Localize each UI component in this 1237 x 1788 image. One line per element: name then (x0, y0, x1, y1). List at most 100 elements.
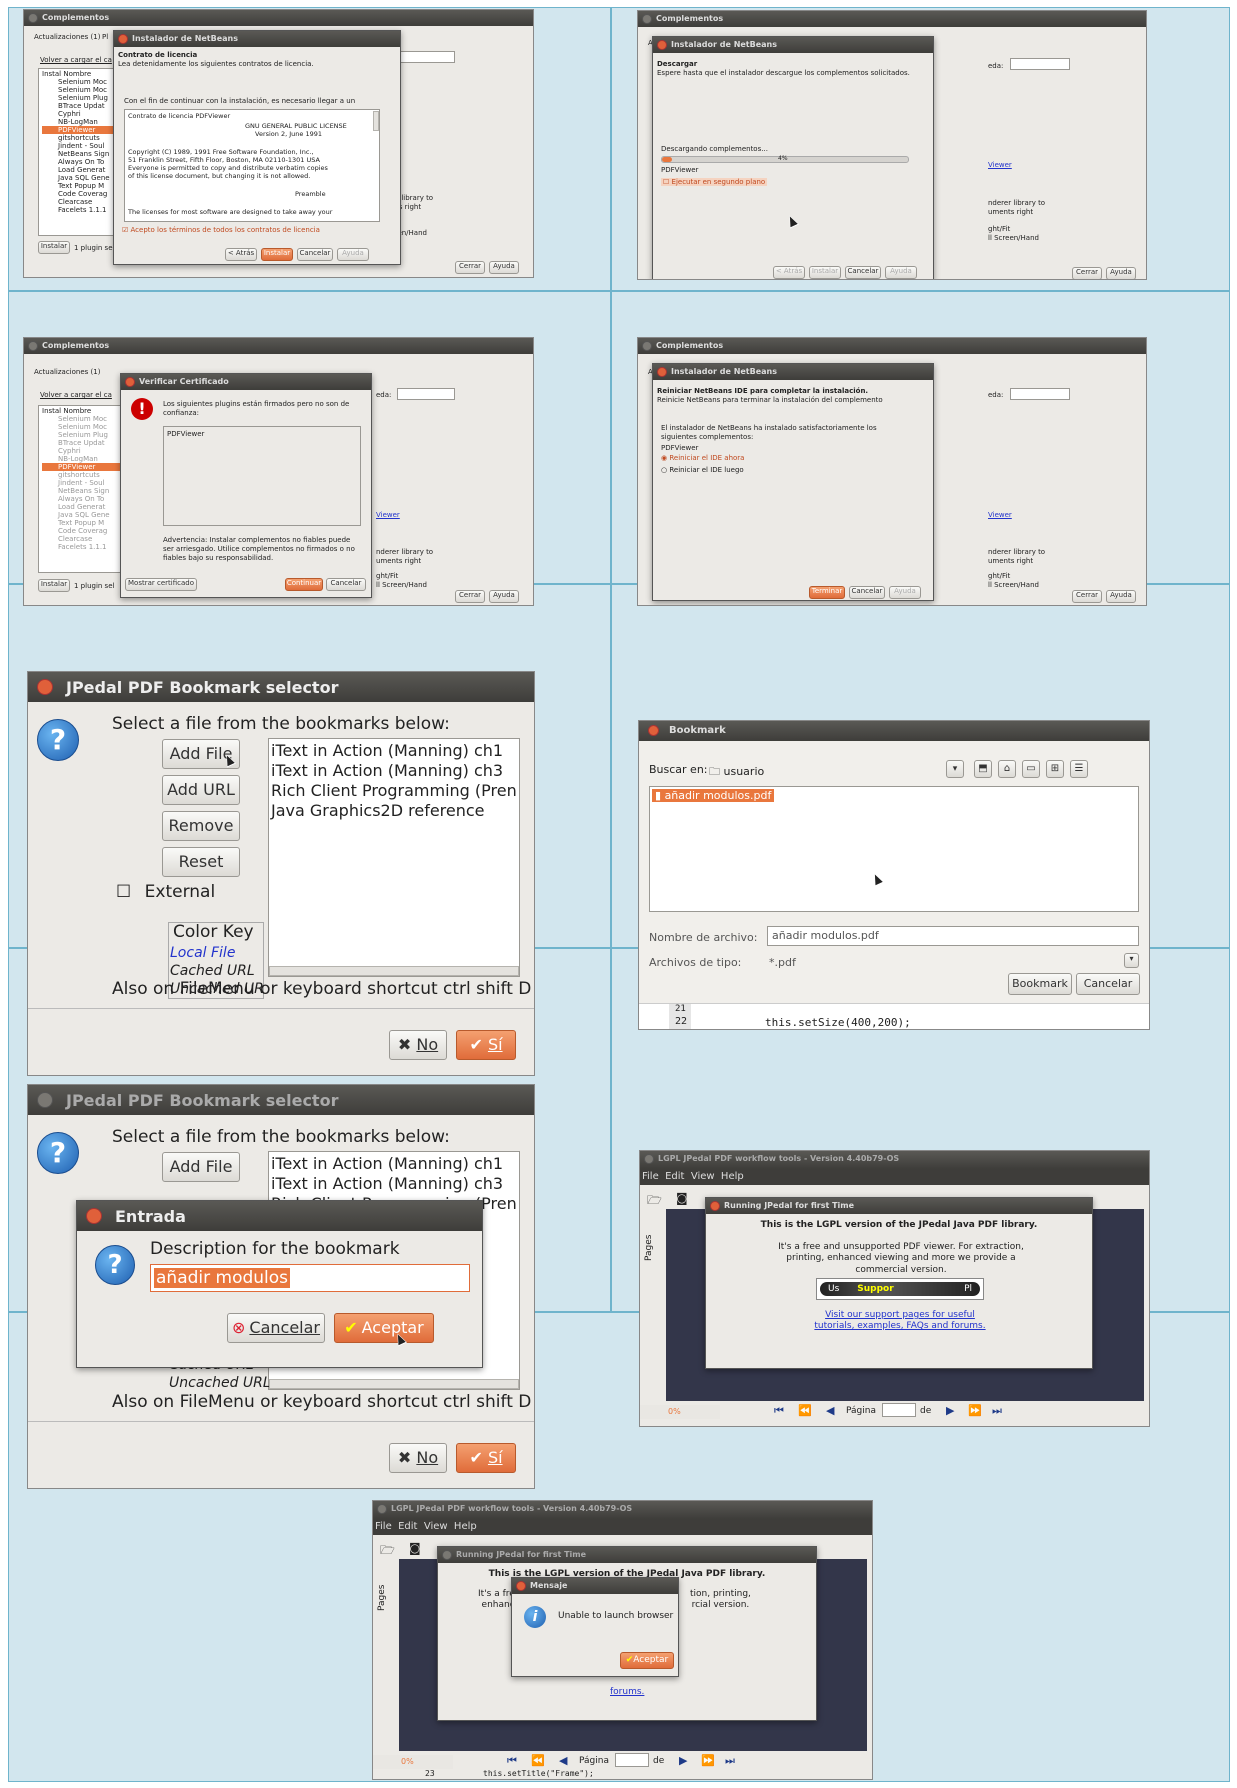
list-item[interactable]: Java Graphics2D reference (271, 801, 517, 821)
menu-edit[interactable]: Edit (398, 1521, 417, 1532)
list-item[interactable]: gitshortcuts (42, 471, 129, 479)
close-icon[interactable] (28, 341, 38, 351)
close-icon[interactable] (37, 679, 53, 695)
close-icon[interactable] (516, 1581, 526, 1591)
close-icon[interactable] (710, 1201, 720, 1211)
add-url-button[interactable]: Add URL (162, 775, 240, 805)
list-item[interactable]: iText in Action (Manning) ch3 (271, 1174, 517, 1194)
remove-button[interactable]: Remove (162, 811, 240, 841)
list-item[interactable]: Code Coverag (42, 527, 129, 535)
list-item[interactable]: Selenium Plug (42, 431, 129, 439)
install-button[interactable]: Instalar (809, 266, 841, 279)
page-input[interactable] (615, 1753, 649, 1767)
up-folder-icon[interactable]: ⬒ (974, 760, 992, 778)
dropdown-chevron-icon[interactable]: ▾ (946, 760, 964, 778)
close-button[interactable]: Cerrar (1072, 267, 1102, 279)
forward-ten-icon[interactable]: ⏩ (968, 1404, 982, 1417)
reload-button[interactable]: Volver a cargar el ca (40, 56, 112, 64)
restart-now-radio[interactable]: ◉ Reiniciar el IDE ahora (661, 454, 744, 462)
menu-help[interactable]: Help (454, 1521, 477, 1532)
list-item[interactable]: Cyphri (42, 447, 129, 455)
install-button[interactable]: Instalar (38, 579, 70, 592)
next-page-icon[interactable]: ▶ (946, 1404, 954, 1417)
no-button[interactable]: ✖ No (389, 1443, 447, 1473)
back-button[interactable]: < Atrás (225, 248, 257, 261)
search-input[interactable] (397, 51, 455, 63)
list-view-icon[interactable]: ⊞ (1046, 760, 1064, 778)
list-item[interactable]: Rich Client Programming (Pren (271, 781, 517, 801)
horizontal-scrollbar[interactable] (269, 966, 519, 976)
bookmark-list[interactable]: iText in Action (Manning) ch1 iText in A… (268, 738, 520, 977)
show-certificate-button[interactable]: Mostrar certificado (125, 578, 197, 591)
menu-edit[interactable]: Edit (665, 1171, 684, 1182)
close-icon[interactable] (28, 13, 38, 23)
help-button[interactable]: Ayuda (1106, 267, 1136, 279)
help-button[interactable]: Ayuda (489, 261, 519, 274)
cancel-button[interactable]: ⊗ Cancelar (227, 1313, 325, 1343)
menu-view[interactable]: View (691, 1171, 715, 1182)
home-icon[interactable]: ⌂ (998, 760, 1016, 778)
detail-link[interactable]: Viewer (988, 511, 1012, 519)
close-button[interactable]: Cerrar (455, 590, 485, 603)
chevron-down-icon[interactable]: ▾ (1124, 953, 1139, 968)
close-icon[interactable] (657, 40, 667, 50)
finish-button[interactable]: Terminar (809, 586, 845, 599)
list-item[interactable]: Selenium Moc (42, 415, 129, 423)
close-icon[interactable] (118, 34, 128, 44)
close-icon[interactable] (377, 1504, 387, 1514)
prev-page-icon[interactable]: ◀ (826, 1404, 834, 1417)
accept-button[interactable]: ✔Aceptar (334, 1313, 434, 1343)
yes-button[interactable]: ✔ Sí (456, 1443, 516, 1473)
list-item[interactable]: Clearcase (42, 535, 129, 543)
restart-later-radio[interactable]: ○ Reiniciar el IDE luego (661, 466, 744, 474)
accept-button[interactable]: ✔Aceptar (620, 1652, 674, 1669)
menu-help[interactable]: Help (721, 1171, 744, 1182)
support-link[interactable]: Visit our support pages for useful tutor… (810, 1310, 990, 1333)
search-input[interactable] (1010, 388, 1070, 400)
reset-button[interactable]: Reset (162, 847, 240, 877)
folder-select[interactable]: 🗀 usuario (709, 763, 764, 782)
tab-plugins[interactable]: Pl (102, 33, 108, 41)
cancel-button[interactable]: Cancelar (326, 578, 366, 591)
tab-updates[interactable]: Actualizaciones (1) (34, 368, 100, 376)
filename-input[interactable]: añadir modulos.pdf (767, 926, 1139, 946)
file-list[interactable]: ▮ añadir modulos.pdf (649, 786, 1139, 912)
search-input[interactable] (1010, 58, 1070, 70)
back-ten-icon[interactable]: ⏪ (531, 1754, 545, 1767)
background-checkbox[interactable]: ☐ Ejecutar en segundo plano (661, 178, 768, 186)
pages-tab[interactable]: Pages (377, 1585, 387, 1611)
next-page-icon[interactable]: ▶ (679, 1754, 687, 1767)
open-folder-icon[interactable]: 🗁 (647, 1191, 662, 1212)
camera-icon[interactable]: ◙ (409, 1541, 421, 1555)
last-page-icon[interactable]: ⏭ (992, 1404, 1002, 1418)
install-button[interactable]: Instalar (261, 248, 293, 261)
menu-file[interactable]: File (642, 1171, 659, 1182)
first-page-icon[interactable]: ⏮ (774, 1404, 784, 1418)
first-page-icon[interactable]: ⏮ (507, 1754, 517, 1768)
close-icon[interactable] (442, 1550, 452, 1560)
close-button[interactable]: Cerrar (455, 261, 485, 274)
close-icon[interactable] (642, 341, 652, 351)
close-icon[interactable] (642, 14, 652, 24)
tab-updates[interactable]: Actualizaciones (1) (34, 33, 100, 41)
file-item[interactable]: ▮ añadir modulos.pdf (652, 789, 775, 802)
reload-button[interactable]: Volver a cargar el ca (40, 391, 112, 399)
close-button[interactable]: Cerrar (1072, 590, 1102, 603)
external-checkbox[interactable]: ☐ External (116, 882, 215, 902)
search-input[interactable] (397, 388, 455, 400)
list-item[interactable]: iText in Action (Manning) ch1 (271, 741, 517, 761)
new-folder-icon[interactable]: ▭ (1022, 760, 1040, 778)
list-item[interactable]: Always On To (42, 495, 129, 503)
bookmark-button[interactable]: Bookmark (1008, 973, 1072, 995)
plugin-certificate-list[interactable]: PDFViewer (163, 426, 361, 526)
horizontal-scrollbar[interactable] (269, 1379, 519, 1389)
no-button[interactable]: ✖ No (389, 1030, 447, 1060)
description-input[interactable]: añadir modulos (150, 1264, 470, 1292)
license-text[interactable]: Contrato de licencia PDFViewer GNU GENER… (124, 109, 380, 222)
close-icon[interactable] (644, 1154, 654, 1164)
camera-icon[interactable]: ◙ (676, 1191, 688, 1205)
help-button[interactable]: Ayuda (1106, 590, 1136, 603)
cancel-button[interactable]: Cancelar (845, 266, 881, 279)
support-banner[interactable]: Us Suppor Pl (816, 1278, 984, 1300)
list-item[interactable]: iText in Action (Manning) ch3 (271, 761, 517, 781)
